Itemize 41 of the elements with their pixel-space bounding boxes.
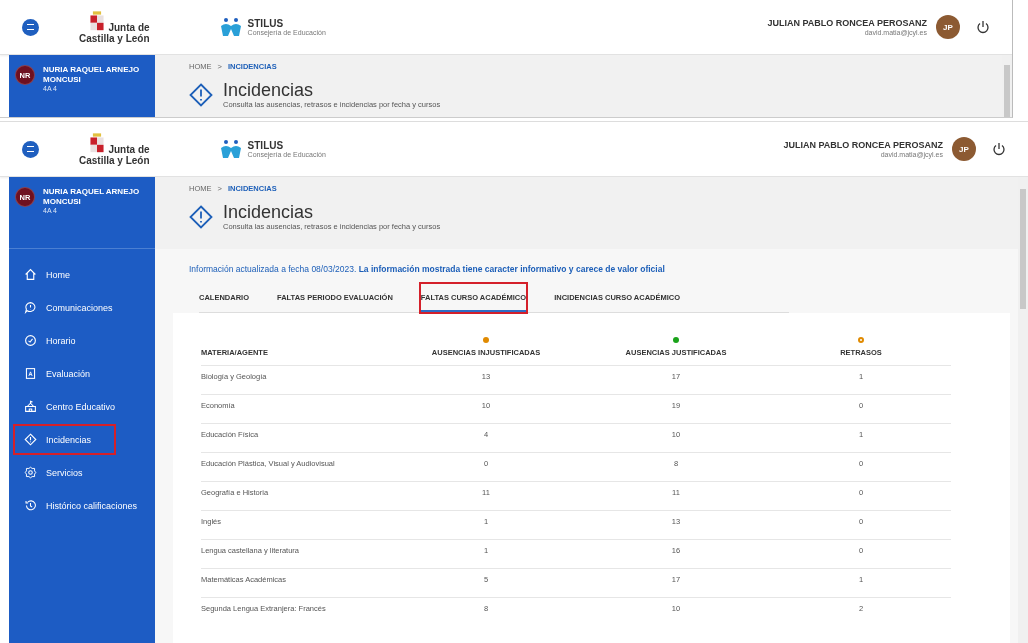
student-name: NURIA RAQUEL ARNEJO MONCUSI [43,187,141,206]
menu-button[interactable] [22,18,39,36]
warning-diamond-icon [189,204,213,229]
info-notice: Información actualizada a fecha 08/03/2023. La información mostrada tiene caracter informativo y carece de valor oficial [189,264,666,274]
user-name: JULIAN PABLO RONCEA PEROSANZ [767,18,927,28]
coat-of-arms-icon [88,10,107,33]
nav-item[interactable]: Incidencias [13,424,116,455]
nav-item[interactable]: Histórico calificaciones [13,490,150,521]
student-name: NURIA RAQUEL ARNEJO MONCUSI [43,65,141,84]
school-icon [24,400,37,413]
org-name: Castilla y León [79,32,150,44]
org-name: Castilla y León [79,154,150,166]
document-icon [24,367,37,380]
app-name: STILUS [247,18,285,29]
warning-diamond-icon [189,82,213,107]
people-icon [219,139,242,159]
people-icon [219,17,242,37]
gear-icon [24,466,37,479]
org-name: Junta de [108,143,150,155]
user-name: JULIAN PABLO RONCEA PEROSANZ [783,140,943,150]
org-name: Junta de [108,21,150,33]
power-icon[interactable] [992,142,1006,156]
nav-item[interactable]: Horario [13,325,116,356]
coat-of-arms-icon [88,132,107,155]
nav-item[interactable]: Servicios [13,457,116,488]
page-title: Incidencias [223,80,315,100]
menu-button[interactable] [22,140,39,158]
nav-item[interactable]: Centro Educativo [13,391,128,422]
home-icon [24,268,37,281]
history-icon [24,499,37,512]
user-avatar[interactable]: JP [936,15,960,39]
power-icon[interactable] [976,20,990,34]
user-avatar[interactable]: JP [952,137,976,161]
nav-item[interactable]: Home [13,259,116,290]
chat-bubble-icon [24,301,37,314]
clock-icon [24,334,37,347]
page-title: Incidencias [223,202,315,222]
app-name: STILUS [247,140,285,151]
nav-item[interactable]: Evaluación [13,358,116,389]
warning-diamond-icon [24,433,37,446]
nav-item[interactable]: Comunicaciones [13,292,125,323]
